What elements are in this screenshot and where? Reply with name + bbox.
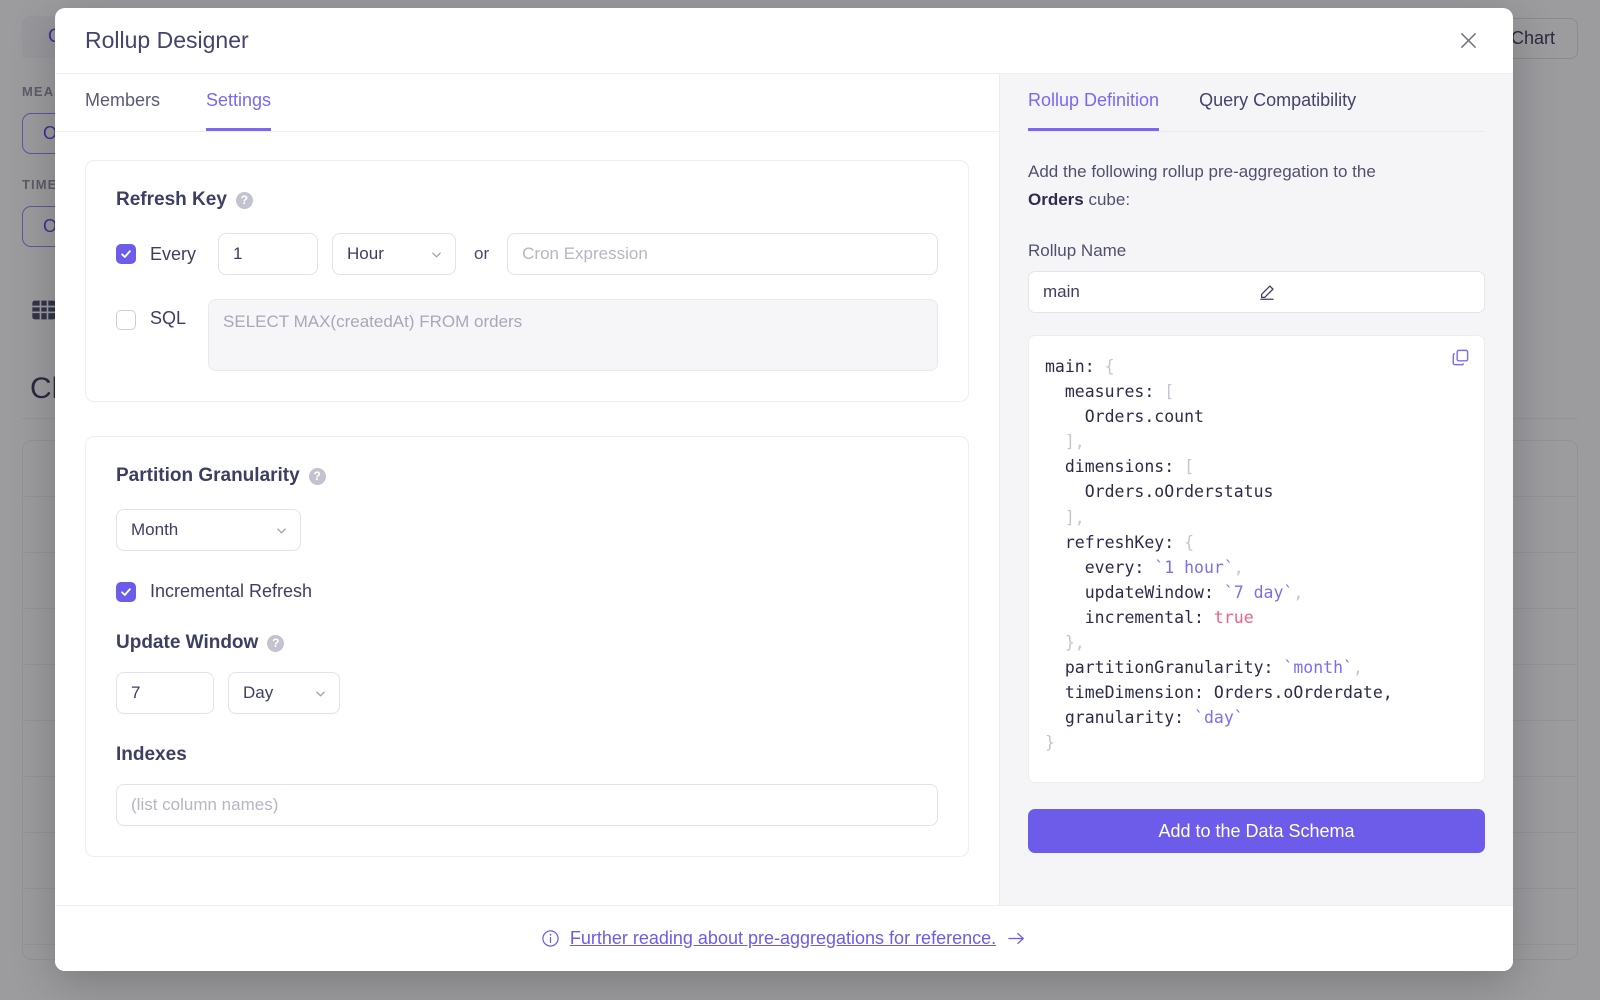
every-value-input[interactable] xyxy=(218,233,319,275)
incremental-refresh-row: Incremental Refresh xyxy=(116,581,938,602)
code-line-8: refreshKey: xyxy=(1045,532,1185,552)
partition-granularity-value: Month xyxy=(131,520,179,539)
update-window-title: Update Window ? xyxy=(116,632,938,654)
or-label: or xyxy=(474,244,490,263)
code-line-2: measures: xyxy=(1045,382,1165,402)
code-line-10: updateWindow: xyxy=(1045,582,1224,602)
info-circle-icon xyxy=(541,929,560,948)
indexes-input[interactable] xyxy=(116,784,938,826)
sql-textarea[interactable] xyxy=(208,299,938,371)
modal-footer: Further reading about pre-aggregations f… xyxy=(55,905,1513,971)
chevron-down-icon xyxy=(432,252,441,258)
update-window-label: Update Window xyxy=(116,632,259,653)
settings-panel: Members Settings Refresh Key ? Every 1 H… xyxy=(55,74,999,905)
update-window-row: Day xyxy=(116,672,938,714)
rollup-code-text: main: { measures: [ Orders.count ], dime… xyxy=(1045,357,1393,753)
every-label: Every xyxy=(150,243,197,264)
description-cube-name: Orders xyxy=(1028,189,1084,209)
code-line-3: Orders.count xyxy=(1045,407,1204,427)
further-reading-link[interactable]: Further reading about pre-aggregations f… xyxy=(570,928,996,949)
help-icon[interactable]: ? xyxy=(267,634,285,652)
refresh-key-label: Refresh Key xyxy=(116,189,227,210)
partition-granularity-select[interactable]: Month xyxy=(116,509,301,551)
rollup-name-field[interactable]: main xyxy=(1028,271,1485,314)
left-tabs: Members Settings xyxy=(55,74,999,132)
settings-scroll-area: Refresh Key ? Every Hour xyxy=(55,132,999,905)
indexes-title: Indexes xyxy=(116,744,938,766)
tab-members[interactable]: Members xyxy=(85,74,160,131)
tab-query-compatibility[interactable]: Query Compatibility xyxy=(1199,74,1356,131)
update-window-unit-value: Day xyxy=(243,683,274,702)
incremental-refresh-label: Incremental Refresh xyxy=(150,581,313,601)
code-line-14: timeDimension: Orders.oOrderdate, xyxy=(1045,683,1393,703)
code-line-12: }, xyxy=(1045,632,1085,652)
rollup-designer-modal: Rollup Designer Members Settings Refresh… xyxy=(55,8,1513,971)
update-window-unit-select[interactable]: Day xyxy=(228,672,340,714)
every-unit-value: Hour xyxy=(347,244,384,263)
help-icon[interactable]: ? xyxy=(235,191,253,209)
indexes-label: Indexes xyxy=(116,744,187,765)
page-title: Rollup Designer xyxy=(85,27,249,53)
code-line-5: dimensions: xyxy=(1045,457,1185,477)
partition-granularity-card: Partition Granularity ? Month Incrementa… xyxy=(85,436,969,857)
description-post: cube: xyxy=(1083,189,1131,209)
pencil-edit-icon[interactable] xyxy=(1258,283,1473,301)
chevron-down-icon xyxy=(277,528,286,534)
sql-label: SQL xyxy=(150,308,187,328)
code-line-16: } xyxy=(1045,733,1055,753)
tab-rollup-definition[interactable]: Rollup Definition xyxy=(1028,74,1160,131)
update-window-value-input[interactable] xyxy=(116,672,214,714)
cron-expression-input[interactable] xyxy=(507,233,938,275)
rollup-code-block: main: { measures: [ Orders.count ], dime… xyxy=(1028,335,1485,784)
help-icon[interactable]: ? xyxy=(308,467,326,485)
refresh-key-sql-row: SQL xyxy=(116,299,938,371)
code-line-11: incremental: xyxy=(1045,607,1214,627)
partition-granularity-title: Partition Granularity ? xyxy=(116,465,938,487)
sql-checkbox[interactable] xyxy=(116,310,136,330)
arrow-right-icon[interactable] xyxy=(1006,929,1027,948)
code-line-7: ], xyxy=(1045,507,1085,527)
rollup-name-label: Rollup Name xyxy=(1028,241,1127,261)
rollup-description: Add the following rollup pre-aggregation… xyxy=(1028,158,1428,213)
code-line-15: granularity: xyxy=(1045,708,1195,728)
every-unit-select[interactable]: Hour xyxy=(332,233,457,275)
code-line-9: every: xyxy=(1045,557,1155,577)
add-to-data-schema-button[interactable]: Add to the Data Schema xyxy=(1028,809,1485,854)
modal-header: Rollup Designer xyxy=(55,8,1513,74)
chevron-down-icon xyxy=(316,691,325,697)
partition-granularity-label: Partition Granularity xyxy=(116,465,300,486)
refresh-key-every-row: Every Hour or xyxy=(116,233,938,275)
every-checkbox[interactable] xyxy=(116,244,136,264)
code-line-4: ], xyxy=(1045,432,1085,452)
code-line-1: main: xyxy=(1045,357,1105,377)
code-line-13: partitionGranularity: xyxy=(1045,658,1284,677)
rollup-name-value: main xyxy=(1043,282,1080,302)
description-pre: Add the following rollup pre-aggregation… xyxy=(1028,162,1376,181)
refresh-key-card: Refresh Key ? Every Hour xyxy=(85,160,969,402)
refresh-key-title: Refresh Key ? xyxy=(116,189,938,211)
right-tabs: Rollup Definition Query Compatibility xyxy=(1028,74,1485,132)
rollup-definition-panel: Rollup Definition Query Compatibility Ad… xyxy=(999,74,1513,905)
tab-settings[interactable]: Settings xyxy=(206,74,272,131)
modal-body: Members Settings Refresh Key ? Every 1 H… xyxy=(55,74,1513,905)
incremental-refresh-checkbox[interactable] xyxy=(116,581,136,602)
copy-icon[interactable] xyxy=(1451,348,1470,367)
code-line-6: Orders.oOrderstatus xyxy=(1045,482,1274,502)
close-icon[interactable] xyxy=(1453,26,1483,56)
